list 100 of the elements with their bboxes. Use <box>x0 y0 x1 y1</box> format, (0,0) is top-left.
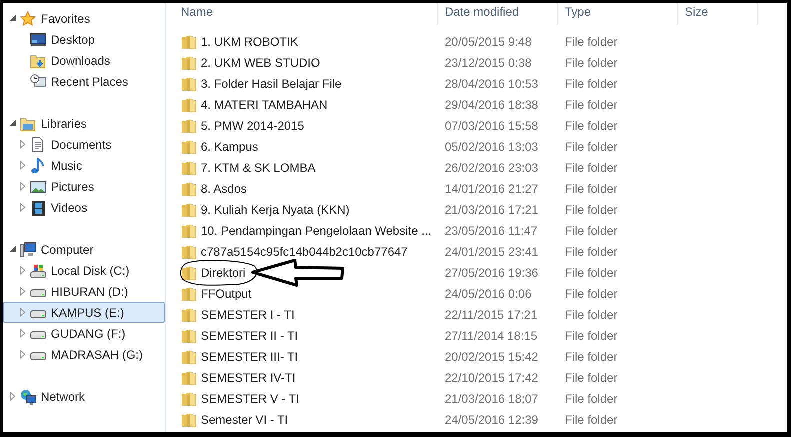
expand-arrow-icon[interactable] <box>19 287 27 296</box>
folder-icon <box>181 54 197 70</box>
nav-item[interactable]: Recent Places <box>3 71 165 92</box>
file-name[interactable]: 2. UKM WEB STUDIO <box>201 56 320 70</box>
folder-icon <box>181 264 197 280</box>
expand-arrow-icon[interactable] <box>19 140 27 149</box>
nav-item[interactable]: Videos <box>3 197 165 218</box>
film-icon <box>30 200 47 216</box>
date-cell-text: 26/02/2016 23:03 <box>444 160 540 174</box>
nav-item[interactable]: Computer <box>3 239 165 260</box>
type-cell-text: File folder <box>564 328 619 342</box>
date-cell-text: 27/11/2014 18:15 <box>444 328 539 342</box>
date-cell-text: 23/05/2016 11:47 <box>444 224 539 238</box>
nav-item[interactable]: KAMPUS (E:) <box>3 302 165 323</box>
collapse-arrow-icon[interactable] <box>9 14 17 23</box>
folder-icon <box>181 348 197 364</box>
monitor-icon <box>30 32 47 48</box>
file-name[interactable]: 8. Asdos <box>201 182 248 196</box>
type-cell-text: File folder <box>564 202 619 216</box>
file-name[interactable]: SEMESTER III- TI <box>201 350 298 364</box>
folder-icon <box>181 370 197 386</box>
file-name[interactable]: FFOutput <box>201 286 252 300</box>
type-cell-text: File folder <box>564 412 619 426</box>
column-header[interactable]: Date modified <box>438 3 558 25</box>
expand-arrow-icon[interactable] <box>19 350 27 359</box>
nav-item[interactable]: Desktop <box>3 29 165 50</box>
file-name[interactable]: SEMESTER I - TI <box>201 308 295 322</box>
folder-icon <box>181 390 197 406</box>
file-name[interactable]: SEMESTER IV-TI <box>201 370 296 384</box>
date-cell-text: 28/04/2016 10:53 <box>444 76 540 90</box>
nav-item[interactable]: Libraries <box>3 113 165 134</box>
nav-item[interactable]: Pictures <box>3 176 165 197</box>
expand-arrow-icon[interactable] <box>19 203 27 212</box>
file-name[interactable]: Direktori <box>201 266 246 280</box>
folder-icon <box>181 34 197 50</box>
folder-icon <box>181 412 197 428</box>
nav-item[interactable]: Favorites <box>3 8 165 29</box>
music-note-icon <box>30 158 47 174</box>
type-cell-text: File folder <box>564 98 619 112</box>
network-icon <box>20 388 37 404</box>
nav-item[interactable]: Downloads <box>3 50 165 71</box>
date-cell-text: 24/05/2016 0:06 <box>444 286 533 300</box>
folder-icon <box>181 222 197 238</box>
column-header[interactable]: Type <box>558 3 678 25</box>
folder-icon <box>181 160 197 176</box>
folder-icon <box>181 180 197 196</box>
type-cell-text: File folder <box>564 56 619 70</box>
date-cell-text: 24/01/2015 23:41 <box>444 244 540 258</box>
date-cell-text: 27/05/2016 19:36 <box>444 266 540 280</box>
nav-item[interactable]: HIBURAN (D:) <box>3 281 165 302</box>
date-cell-text: 21/03/2016 18:07 <box>444 392 540 406</box>
type-cell-text: File folder <box>564 224 619 238</box>
nav-item[interactable]: MADRASAH (G:) <box>3 344 165 365</box>
picture-icon <box>30 178 47 194</box>
date-cell-text: 23/12/2015 0:38 <box>444 56 533 70</box>
column-header[interactable]: Size <box>678 3 758 25</box>
file-name[interactable]: 7. KTM & SK LOMBA <box>201 160 316 174</box>
system-drive-icon <box>30 262 47 278</box>
column-header[interactable]: Name <box>170 3 438 25</box>
folder-icon <box>181 96 197 112</box>
star-icon <box>20 10 37 26</box>
type-cell-text: File folder <box>564 266 619 280</box>
collapse-arrow-icon[interactable] <box>9 245 17 254</box>
date-cell-text: 22/10/2015 17:42 <box>444 370 540 384</box>
date-cell-text: 24/05/2016 12:39 <box>444 412 540 426</box>
date-cell-text: 20/02/2015 15:42 <box>444 350 540 364</box>
file-name[interactable]: c787a5154c95fc14b044b2c10cb77647 <box>201 244 408 258</box>
file-name[interactable]: 10. Pendampingan Pengelolaan Website ... <box>201 224 432 238</box>
type-cell-text: File folder <box>564 76 619 90</box>
file-name[interactable]: 4. MATERI TAMBAHAN <box>201 98 328 112</box>
folder-icon <box>181 202 197 218</box>
file-name[interactable]: 5. PMW 2014-2015 <box>201 118 304 132</box>
expand-arrow-icon[interactable] <box>19 329 27 338</box>
nav-item[interactable]: Network <box>3 386 165 407</box>
nav-item[interactable]: Documents <box>3 134 165 155</box>
recent-places-icon <box>30 74 47 90</box>
file-name[interactable]: SEMESTER II - TI <box>201 328 298 342</box>
folder-icon <box>181 328 197 344</box>
file-name[interactable]: 3. Folder Hasil Belajar File <box>201 76 342 90</box>
collapse-arrow-icon[interactable] <box>9 119 17 128</box>
file-name[interactable]: 9. Kuliah Kerja Nyata (KKN) <box>201 202 350 216</box>
nav-item[interactable]: Music <box>3 155 165 176</box>
expand-arrow-icon[interactable] <box>19 308 27 317</box>
type-cell-text: File folder <box>564 392 619 406</box>
type-cell-text: File folder <box>564 140 619 154</box>
expand-arrow-icon[interactable] <box>19 161 27 170</box>
file-name[interactable]: Semester VI - TI <box>201 412 288 426</box>
date-cell-text: 22/11/2015 17:21 <box>444 308 539 322</box>
date-cell-text: 05/02/2016 13:03 <box>444 140 540 154</box>
expand-arrow-icon[interactable] <box>19 182 27 191</box>
type-cell-text: File folder <box>564 350 619 364</box>
expand-arrow-icon[interactable] <box>9 392 17 401</box>
file-name[interactable]: 1. UKM ROBOTIK <box>201 34 298 48</box>
folder-icon <box>181 76 197 92</box>
expand-arrow-icon[interactable] <box>19 266 27 275</box>
file-name[interactable]: SEMESTER V - TI <box>201 392 300 406</box>
computer-icon <box>20 242 37 258</box>
nav-item[interactable]: Local Disk (C:) <box>3 260 165 281</box>
nav-item[interactable]: GUDANG (F:) <box>3 323 165 344</box>
file-name[interactable]: 6. Kampus <box>201 140 258 154</box>
